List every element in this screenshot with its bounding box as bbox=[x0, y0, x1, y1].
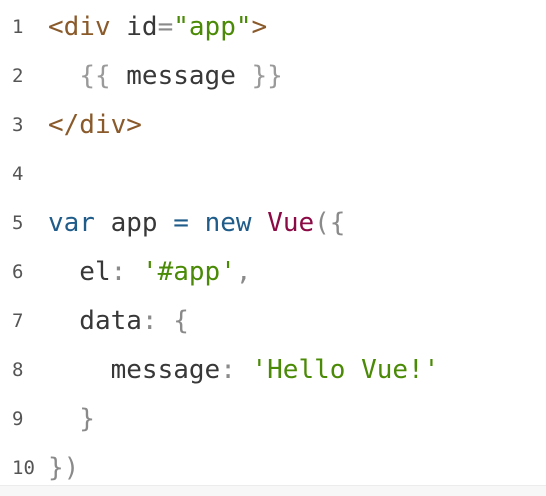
code-text: data: { bbox=[38, 306, 189, 336]
code-token: : { bbox=[141, 305, 189, 336]
code-token: }) bbox=[48, 452, 80, 483]
bottom-divider bbox=[0, 485, 546, 496]
code-line: 5 var app = new Vue({ bbox=[0, 198, 546, 247]
code-text: var app = new Vue({ bbox=[38, 208, 345, 238]
code-line: 2 {{ message }} bbox=[0, 51, 546, 100]
code-editor: 1 <div id="app"> 2 {{ message }} 3 </div> 4 5 v… bbox=[0, 0, 546, 485]
code-line: 1 <div id="app"> bbox=[0, 2, 546, 51]
code-token: app bbox=[94, 207, 174, 238]
code-token: "app" bbox=[173, 11, 252, 42]
code-token: 'Hello Vue!' bbox=[251, 354, 440, 385]
line-number: 3 bbox=[12, 113, 24, 136]
code-line: 4 bbox=[0, 149, 546, 198]
code-token: el bbox=[48, 256, 111, 287]
code-text: message: 'Hello Vue!' bbox=[38, 354, 440, 385]
code-token: : bbox=[220, 354, 252, 385]
line-number: 2 bbox=[12, 64, 24, 87]
code-token: } bbox=[48, 403, 95, 434]
code-token: </div> bbox=[48, 109, 142, 140]
code-token: new bbox=[204, 207, 252, 238]
code-token: = bbox=[157, 11, 174, 42]
code-token: , bbox=[235, 256, 252, 287]
line-number: 4 bbox=[12, 162, 24, 185]
code-token: <div bbox=[48, 11, 111, 42]
code-token: > bbox=[251, 11, 268, 42]
code-token: Vue bbox=[267, 207, 315, 238]
code-token: ({ bbox=[314, 207, 346, 238]
code-token: message bbox=[126, 60, 236, 91]
code-token: : bbox=[110, 256, 142, 287]
code-token: = bbox=[173, 207, 189, 238]
code-text: el: '#app', bbox=[38, 256, 252, 287]
line-number: 6 bbox=[12, 260, 24, 283]
line-number: 9 bbox=[12, 407, 24, 430]
code-token: {{ bbox=[79, 60, 127, 91]
line-number: 10 bbox=[12, 456, 35, 479]
line-number: 7 bbox=[12, 309, 24, 332]
code-text: } bbox=[38, 404, 95, 434]
code-text: }) bbox=[38, 453, 79, 483]
code-token: }} bbox=[235, 60, 283, 91]
code-line: 3 </div> bbox=[0, 100, 546, 149]
code-line: 7 data: { bbox=[0, 296, 546, 345]
line-number: 5 bbox=[12, 211, 24, 234]
code-token: id bbox=[110, 11, 158, 42]
code-token: data bbox=[48, 305, 142, 336]
line-number: 1 bbox=[12, 15, 24, 38]
code-token: var bbox=[48, 207, 95, 238]
code-line: 6 el: '#app', bbox=[0, 247, 546, 296]
code-token: message bbox=[48, 354, 221, 385]
code-text: {{ message }} bbox=[38, 61, 283, 91]
code-text: </div> bbox=[38, 110, 142, 140]
code-line: 9 } bbox=[0, 394, 546, 443]
code-token: '#app' bbox=[141, 256, 236, 287]
line-number: 8 bbox=[12, 358, 24, 381]
code-line: 8 message: 'Hello Vue!' bbox=[0, 345, 546, 394]
code-text: <div id="app"> bbox=[38, 12, 267, 42]
code-lines: 1 <div id="app"> 2 {{ message }} 3 </div> 4 5 v… bbox=[0, 2, 546, 492]
